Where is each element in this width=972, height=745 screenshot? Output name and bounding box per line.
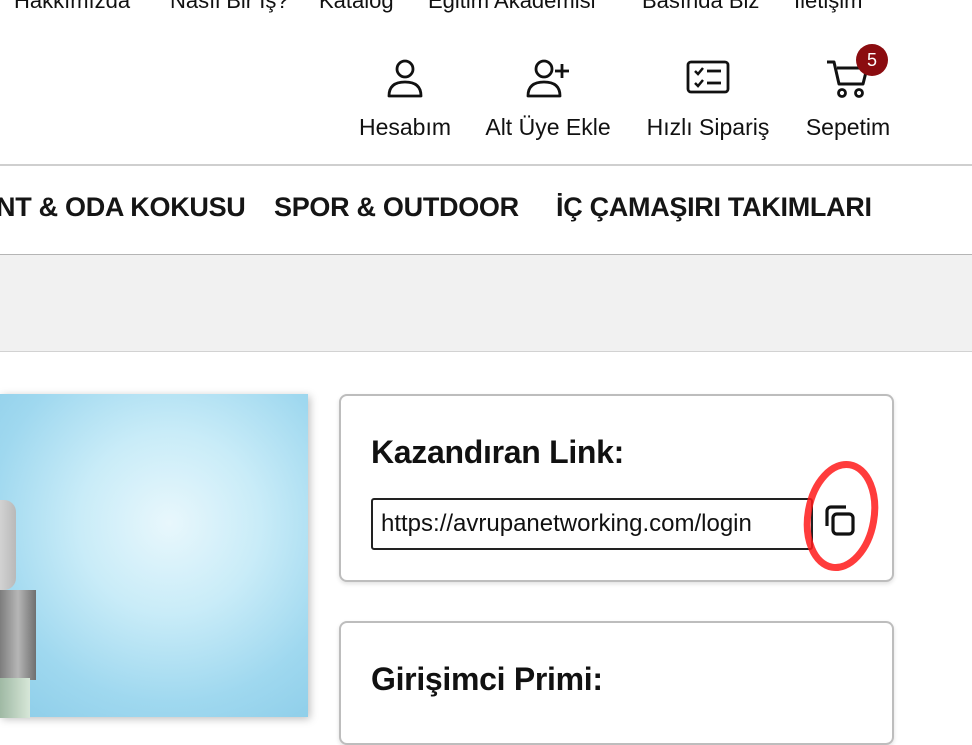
- product-image: [0, 394, 308, 717]
- nav-link-catalog[interactable]: Katalog: [319, 0, 394, 14]
- top-navigation: Hakkımızda Nasıl Bir İş? Katalog Eğitim …: [0, 0, 972, 18]
- user-plus-icon: [526, 59, 569, 98]
- dropper-bulb: [0, 500, 16, 590]
- bonus-card: Girişimci Primi:: [339, 621, 894, 745]
- quick-order-label: Hızlı Sipariş: [646, 114, 770, 140]
- user-icon: [387, 59, 423, 98]
- add-sub-member-button[interactable]: Alt Üye Ekle: [483, 56, 613, 146]
- quick-order-button[interactable]: Hızlı Sipariş: [643, 56, 773, 146]
- category-item-sports-outdoor[interactable]: SPOR & OUTDOOR: [274, 192, 519, 223]
- nav-link-contact[interactable]: İletişim: [794, 0, 862, 14]
- cart-count-badge: 5: [856, 44, 888, 76]
- nav-link-press[interactable]: Basında Biz: [642, 0, 759, 14]
- referral-link-field[interactable]: [371, 498, 813, 550]
- dropper-collar: [0, 590, 36, 680]
- cart-button[interactable]: 5 Sepetim: [783, 44, 913, 146]
- copy-link-button[interactable]: [803, 460, 879, 572]
- nav-link-academy[interactable]: Eğitim Akademisi: [428, 0, 596, 14]
- dropper-bottle: [0, 678, 30, 718]
- breadcrumb-band: [0, 255, 972, 352]
- checklist-icon: [686, 60, 730, 94]
- nav-link-about[interactable]: Hakkımızda: [14, 0, 130, 14]
- bonus-title: Girişimci Primi:: [371, 661, 603, 697]
- add-sub-member-label: Alt Üye Ekle: [485, 114, 611, 140]
- referral-link-card: Kazandıran Link:: [339, 394, 894, 582]
- category-menu: NT & ODA KOKUSU SPOR & OUTDOOR İÇ ÇAMAŞI…: [0, 164, 972, 256]
- category-item-underwear-sets[interactable]: İÇ ÇAMAŞIRI TAKIMLARI: [556, 192, 872, 223]
- copy-icon: [825, 505, 855, 536]
- referral-link-title: Kazandıran Link:: [371, 434, 625, 470]
- referral-link-input[interactable]: [373, 500, 811, 548]
- nav-link-how-it-works[interactable]: Nasıl Bir İş?: [170, 0, 289, 14]
- category-item-room-fragrance[interactable]: NT & ODA KOKUSU: [0, 192, 246, 223]
- account-button[interactable]: Hesabım: [340, 56, 470, 146]
- cart-label: Sepetim: [805, 114, 891, 140]
- account-label: Hesabım: [358, 114, 452, 140]
